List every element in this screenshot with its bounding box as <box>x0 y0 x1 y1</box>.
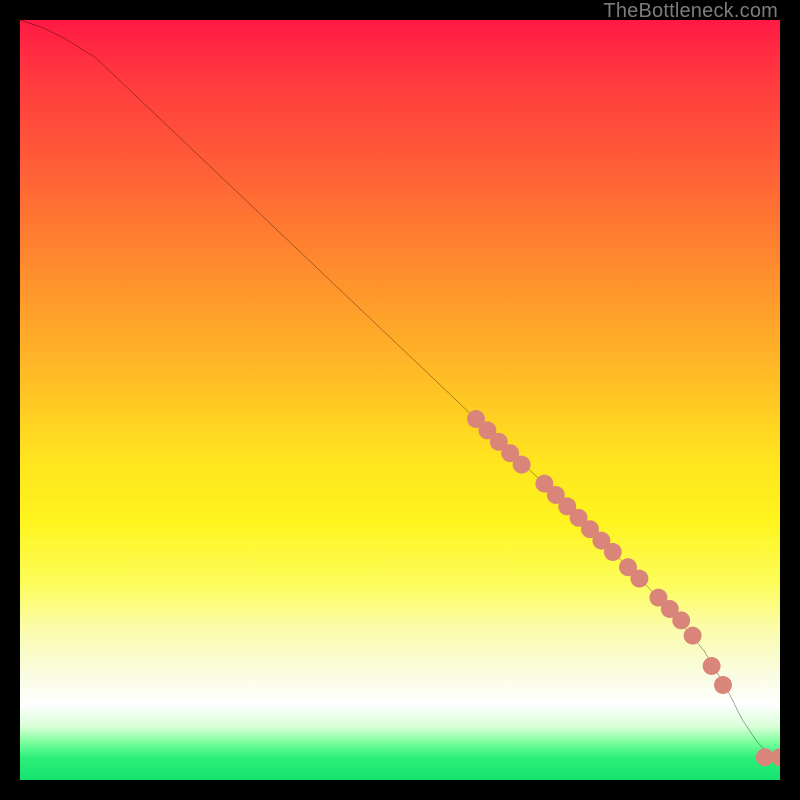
highlight-point <box>513 456 531 474</box>
highlight-point <box>714 676 732 694</box>
plot-area <box>20 20 780 780</box>
highlight-point <box>630 570 648 588</box>
highlight-point <box>684 627 702 645</box>
curve-layer <box>20 20 780 780</box>
highlight-points-group <box>467 410 780 766</box>
bottleneck-curve-path <box>20 20 780 757</box>
highlight-point <box>771 748 780 766</box>
highlight-point <box>672 611 690 629</box>
highlight-point <box>604 543 622 561</box>
highlight-point <box>703 657 721 675</box>
chart-stage: TheBottleneck.com <box>0 0 800 800</box>
